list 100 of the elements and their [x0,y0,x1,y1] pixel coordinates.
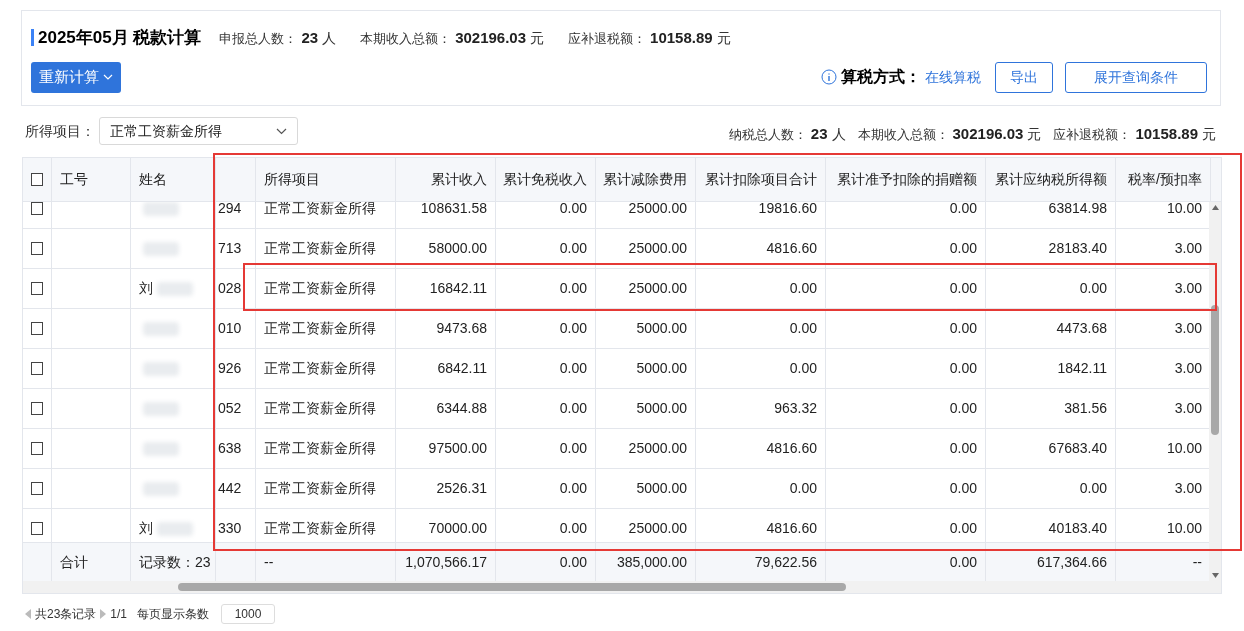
table-cell-text: 3.00 [1174,319,1202,338]
stat-unit: 元 [530,28,545,48]
table-cell-text: 28183.40 [1048,239,1107,258]
table-cell-text: 0.00 [949,239,977,258]
table-cell-text: 10.00 [1166,439,1202,458]
tax-method-label: 算税方式： [841,67,921,87]
checkbox[interactable] [31,322,43,335]
table-cell-text: 638 [218,439,242,458]
table-cell-text: 0.00 [559,319,587,338]
table-cell-text: 0.00 [789,359,817,378]
checkbox[interactable] [31,402,43,415]
checkbox[interactable] [31,242,43,255]
table-cell-text: 5000.00 [636,359,687,378]
table-cell-text: 010 [218,319,242,338]
table-cell-text: 0.00 [559,479,587,498]
table-cell-text: 5000.00 [636,319,687,338]
table-cell-text: 3.00 [1174,479,1202,498]
table-cell-text: 正常工资薪金所得 [264,479,376,498]
table-cell-text: 3.00 [1174,239,1202,258]
page-size-field[interactable]: 1000 [221,604,276,624]
stat-label: 应补退税额： [568,29,647,48]
table-cell-text: -- [1192,552,1202,572]
stat-value: 23 [301,27,319,48]
column-header: 税率/预扣率 [1128,170,1202,189]
table-cell-text: 381.56 [1064,399,1107,418]
page-size-label: 每页显示条数 [137,606,210,622]
scrollbar-thumb[interactable] [1211,305,1219,435]
filter-label: 所得项目： [25,121,95,141]
table-cell-text: 25000.00 [628,519,687,538]
tax-method-link[interactable]: 在线算税 [925,66,981,88]
income-type-select[interactable]: 正常工资薪金所得 [99,117,298,145]
table-cell-text: 正常工资薪金所得 [264,519,376,538]
table-cell-text: 0.00 [789,279,817,298]
column-header: 所得项目 [264,170,320,189]
chevron-down-icon [276,127,287,135]
record-total: 共23条记录 [35,606,97,622]
horizontal-scrollbar[interactable] [23,581,1221,593]
checkbox[interactable] [31,173,43,186]
stat-value: 302196.03 [455,27,527,48]
table-cell-text: 正常工资薪金所得 [264,399,376,418]
name-text: 刘 [139,279,153,298]
table-cell-text: 5000.00 [636,399,687,418]
checkbox[interactable] [31,282,43,295]
table-cell-text: 63814.98 [1048,202,1107,218]
record-count: 记录数：23 [139,552,211,572]
checkbox[interactable] [31,362,43,375]
column-header: 累计应纳税所得额 [995,170,1107,189]
table-cell-text: 19816.60 [758,202,817,218]
outline-button[interactable]: 展开查询条件 [1065,61,1207,93]
stat-unit: 人 [322,28,337,48]
checkbox[interactable] [31,482,43,495]
table-cell-text: 25000.00 [628,279,687,298]
table-cell-text: 10.00 [1166,202,1202,218]
checkbox[interactable] [31,202,43,215]
outline-button[interactable]: 导出 [995,61,1053,93]
checkbox[interactable] [31,522,43,535]
stat-value: 23 [810,123,828,144]
title-accent-bar [31,29,34,47]
table-cell-text: 25000.00 [628,439,687,458]
scroll-down-icon[interactable] [1211,573,1219,578]
table-cell-text: 4473.68 [1056,319,1107,338]
table-cell-text: 0.00 [789,319,817,338]
table-cell-text: 0.00 [949,399,977,418]
table-cell-text: 3.00 [1174,359,1202,378]
table-cell-text: 0.00 [949,479,977,498]
scrollbar-thumb[interactable] [178,583,846,591]
table-cell-text: 正常工资薪金所得 [264,279,376,298]
name-text: 刘 [139,519,153,538]
table-cell-text: 052 [218,399,242,418]
table-cell-text: 6344.88 [436,399,487,418]
recalculate-button[interactable]: 重新计算 [31,61,121,93]
table-cell-text: 713 [218,239,242,258]
column-header: 累计收入 [431,170,487,189]
table-cell-text: 0.00 [949,359,977,378]
table-cell-text: 67683.40 [1048,439,1107,458]
stat-label: 申报总人数： [219,29,298,48]
table-cell-text: 1,070,566.17 [405,552,487,572]
scroll-up-icon[interactable] [1211,205,1219,210]
table-cell-text: 294 [218,202,242,218]
table-cell-text: 2526.31 [436,479,487,498]
stat-label: 本期收入总额： [857,125,949,144]
table-cell-text: 028 [218,279,242,298]
table-cell-text: 4816.60 [766,519,817,538]
table-cell-text: 正常工资薪金所得 [264,319,376,338]
table-cell-text: 0.00 [789,479,817,498]
table-cell-text: 0.00 [559,519,587,538]
table-cell-text: 4816.60 [766,439,817,458]
table-cell-text: 0.00 [559,202,587,218]
table-cell-text: 442 [218,479,242,498]
table-cell-text: 0.00 [949,519,977,538]
table-cell-text: 0.00 [559,552,587,572]
checkbox[interactable] [31,442,43,455]
table-cell-text: 正常工资薪金所得 [264,239,376,258]
stat-value: 302196.03 [952,123,1024,144]
stat-label: 纳税总人数： [728,125,807,144]
table-cell-text: 25000.00 [628,202,687,218]
vertical-scrollbar[interactable] [1209,202,1221,581]
table-cell-text: 926 [218,359,242,378]
table-cell-text: 0.00 [949,279,977,298]
table-cell-text: 617,364.66 [1036,552,1107,572]
